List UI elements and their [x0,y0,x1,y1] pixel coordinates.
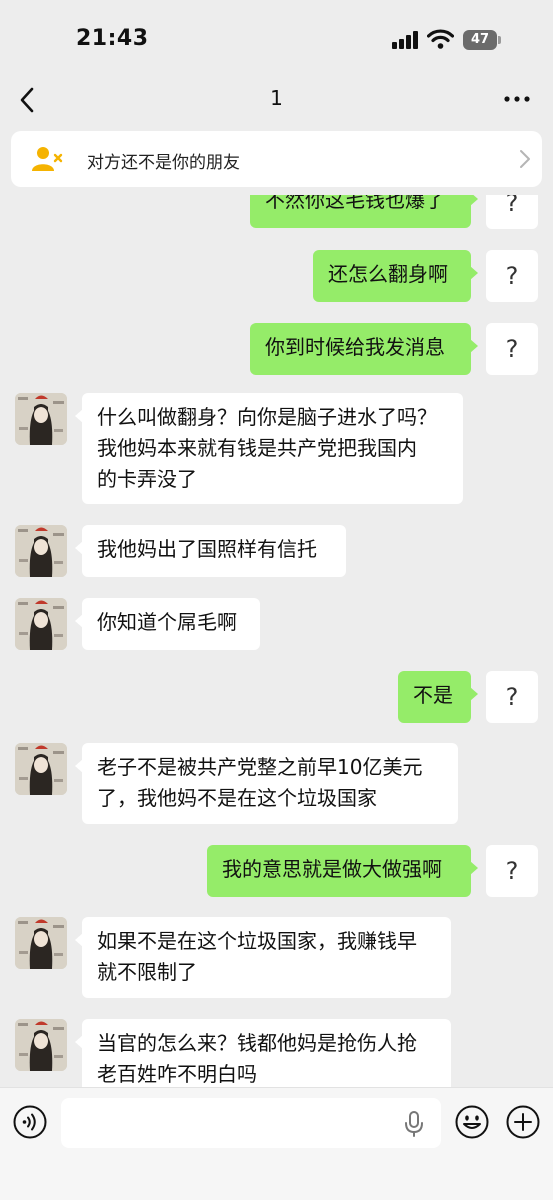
more-dots-icon[interactable] [503,88,531,110]
message-bubble-outgoing[interactable]: 我的意思就是做大做强啊 [207,845,478,897]
chevron-right-icon [520,150,530,168]
contact-avatar[interactable] [15,743,67,795]
message-bubble-outgoing[interactable]: 不是 [398,671,478,723]
contact-avatar[interactable] [15,393,67,445]
contact-avatar[interactable] [15,525,67,577]
message-bubble-incoming[interactable]: 什么叫做翻身？向你是脑子进水了吗？ 我他妈本来就有钱是共产党把我国内 的卡弄没了 [75,393,463,504]
message-text-line: 老子不是被共产党整之前早10亿美元 [97,755,423,779]
chat-title: 1 [270,86,283,110]
message-text: 我他妈出了国照样有信托 [97,537,317,561]
contact-avatar[interactable] [15,1019,67,1071]
input-bar [0,1087,553,1200]
message-text-line: 老百姓咋不明白吗 [97,1062,257,1086]
message-bubble-incoming[interactable]: 当官的怎么来？钱都他妈是抢伤人抢 老百姓咋不明白吗 [75,1019,451,1087]
status-bar: 21:43 47 [0,0,553,80]
contact-avatar[interactable] [15,917,67,969]
plus-circle-icon[interactable] [506,1105,540,1139]
emoji-icon[interactable] [455,1105,489,1139]
message-input[interactable] [61,1098,441,1148]
message-bubble-incoming[interactable]: 如果不是在这个垃圾国家，我赚钱早 就不限制了 [75,917,451,998]
message-bubble-incoming[interactable]: 我他妈出了国照样有信托 [75,525,346,577]
message-text: 你到时候给我发消息 [265,335,445,359]
battery-icon: 47 [463,30,501,50]
contact-avatar[interactable] [15,598,67,650]
unknown-avatar[interactable]: ? [486,195,538,229]
message-bubble-outgoing[interactable]: 还怎么翻身啊 [313,250,478,302]
wifi-icon [427,29,454,49]
message-list[interactable]: 不然你这毛钱也爆了 ? 还怎么翻身啊 ? 你到时候给我发消息 ? 什么叫做翻身？… [0,195,553,1087]
person-x-icon [32,147,63,171]
status-time: 21:43 [76,26,149,51]
message-text: 不然你这毛钱也爆了 [265,195,445,212]
message-text-line: 什么叫做翻身？向你是脑子进水了吗？ [97,405,437,429]
message-text: 还怎么翻身啊 [328,262,448,286]
message-bubble-incoming[interactable]: 老子不是被共产党整之前早10亿美元 了，我他妈不是在这个垃圾国家 [75,743,458,824]
voice-icon[interactable] [13,1105,47,1139]
unknown-avatar[interactable]: ? [486,323,538,375]
not-friend-text: 对方还不是你的朋友 [87,153,240,173]
nav-bar: 1 [0,80,553,120]
signal-icon [392,31,420,49]
message-text: 不是 [413,683,453,707]
unknown-avatar[interactable]: ? [486,671,538,723]
unknown-avatar[interactable]: ? [486,845,538,897]
message-bubble-outgoing[interactable]: 你到时候给我发消息 [250,323,478,375]
message-text-line: 了，我他妈不是在这个垃圾国家 [97,786,377,810]
unknown-avatar[interactable]: ? [486,250,538,302]
message-text-line: 如果不是在这个垃圾国家，我赚钱早 [97,929,417,953]
message-bubble-incoming[interactable]: 你知道个屌毛啊 [75,598,260,650]
message-text-line: 当官的怎么来？钱都他妈是抢伤人抢 [97,1031,417,1055]
microphone-icon[interactable] [403,1110,425,1138]
message-text-line: 我他妈本来就有钱是共产党把我国内 [97,436,417,460]
message-text-line: 就不限制了 [97,960,197,984]
not-friend-banner[interactable]: 对方还不是你的朋友 [11,131,542,187]
message-text: 我的意思就是做大做强啊 [222,857,442,881]
message-text-line: 的卡弄没了 [97,467,197,491]
battery-level: 47 [463,30,497,50]
message-text: 你知道个屌毛啊 [97,610,237,634]
message-bubble-outgoing[interactable]: 不然你这毛钱也爆了 [250,195,478,228]
